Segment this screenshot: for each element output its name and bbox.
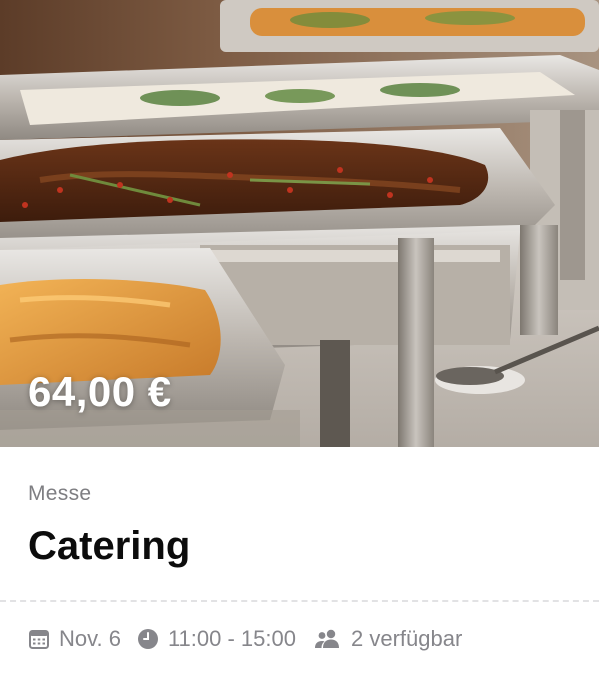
event-price: 64,00 €	[28, 368, 172, 415]
dashed-divider	[0, 600, 599, 602]
event-availability-text: 2 verfügbar	[350, 626, 463, 651]
event-date-text: Nov. 6	[59, 626, 121, 651]
event-availability: 2 verfügbar	[314, 626, 462, 652]
event-details: Messe Catering Nov. 6 11:00 - 15:00 2 ve…	[0, 447, 599, 682]
event-category: Messe	[28, 482, 92, 505]
event-card[interactable]: 64,00 € Messe Catering Nov. 6 11:00 - 15…	[0, 0, 599, 682]
event-title[interactable]: Catering	[28, 524, 190, 569]
event-date: Nov. 6	[28, 626, 121, 652]
event-meta-row: Nov. 6 11:00 - 15:00 2 verfügbar	[28, 624, 462, 654]
clock-icon	[137, 628, 159, 650]
people-icon	[314, 628, 342, 650]
event-photo: 64,00 €	[0, 0, 599, 447]
event-time: 11:00 - 15:00	[137, 626, 296, 652]
event-time-text: 11:00 - 15:00	[167, 626, 296, 651]
calendar-icon	[28, 628, 50, 650]
